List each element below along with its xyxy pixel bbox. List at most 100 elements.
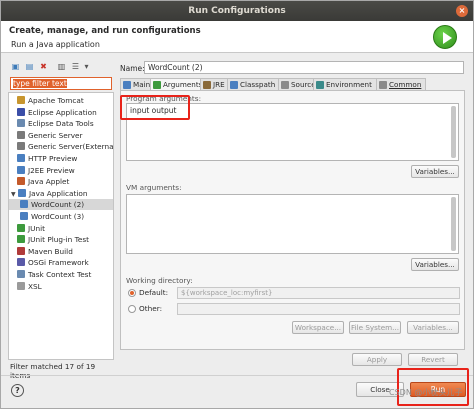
other-radio-label: Other: xyxy=(139,304,163,313)
tab-label: Arguments xyxy=(163,80,203,89)
tab-label: Source xyxy=(291,80,316,89)
workspace-button[interactable]: Workspace... xyxy=(292,321,344,334)
tree-item[interactable]: Eclipse Application xyxy=(9,107,113,118)
tree-item-label: Java Application xyxy=(29,188,88,198)
data-tools-icon xyxy=(17,119,25,128)
tree-item-label: Generic Server(External La xyxy=(28,142,114,152)
run-configurations-dialog: Run Configurations × Create, manage, and… xyxy=(0,0,474,409)
tab-jre[interactable]: JRE xyxy=(200,78,230,90)
program-variables-button[interactable]: Variables... xyxy=(411,165,459,178)
filter-input[interactable]: type filter text xyxy=(10,77,112,90)
maven-icon xyxy=(17,246,25,255)
xsl-icon xyxy=(17,281,25,290)
tree-item[interactable]: XSL xyxy=(9,281,113,292)
tree-item[interactable]: JUnit xyxy=(9,223,113,234)
help-icon[interactable]: ? xyxy=(11,384,24,397)
window-title: Run Configurations xyxy=(188,6,286,16)
tree-item[interactable]: Apache Tomcat xyxy=(9,95,113,106)
new-config-icon[interactable]: ▣ xyxy=(10,61,21,72)
collapse-all-icon[interactable]: ▥ xyxy=(56,61,67,72)
tree-item-label: Task Context Test xyxy=(28,270,92,279)
duplicate-config-icon[interactable]: ▤ xyxy=(24,61,35,72)
working-directory-label: Working directory: xyxy=(126,276,193,285)
tree-item-label: Maven Build xyxy=(28,246,73,256)
applet-icon xyxy=(17,177,25,186)
tab-label: Main xyxy=(133,80,151,89)
source-tab-icon xyxy=(281,81,289,89)
default-directory-field: ${workspace_loc:myfirst} xyxy=(177,287,460,299)
configuration-list-pane: ▣ ▤ ✖ ▥ ☰ ▾ type filter text Apache Tomc… xyxy=(8,59,114,380)
program-arguments-label: Program arguments: xyxy=(126,94,202,103)
delete-config-icon[interactable]: ✖ xyxy=(38,61,49,72)
filter-text: type filter text xyxy=(13,79,67,88)
vm-arguments-scrollbar[interactable] xyxy=(451,197,456,251)
tree-item-label: Java Applet xyxy=(28,177,70,187)
tree-item[interactable]: Generic Server(External La xyxy=(9,141,113,152)
tree-item-label: OSGi Framework xyxy=(28,258,89,268)
tree-item-label: XSL xyxy=(28,281,42,291)
osgi-icon xyxy=(17,258,25,267)
tree-item[interactable]: Maven Build xyxy=(9,246,113,257)
dialog-header: Create, manage, and run configurations R… xyxy=(1,21,473,53)
tree-item[interactable]: WordCount (2) xyxy=(9,199,113,211)
vm-arguments-label: VM arguments: xyxy=(126,183,182,192)
header-subtitle: Run a Java application xyxy=(11,40,100,49)
java-file-icon xyxy=(20,200,28,209)
configuration-editor-pane: Name: WordCount (2) Main Arguments JRE Clas… xyxy=(120,59,465,373)
filter-menu-chevron-icon[interactable]: ▾ xyxy=(81,61,92,72)
tree-item-label: HTTP Preview xyxy=(28,154,78,163)
tree-item-label: JUnit xyxy=(28,223,46,233)
task-icon xyxy=(17,270,25,278)
tab-label: Common xyxy=(389,80,422,89)
tree-item[interactable]: JUnit Plug-in Test xyxy=(9,234,113,245)
tree-item-label: Generic Server xyxy=(28,130,83,140)
watermark: CSDN @小枕头儿子 xyxy=(389,388,463,397)
common-tab-icon xyxy=(379,81,387,89)
config-toolbar: ▣ ▤ ✖ ▥ ☰ ▾ xyxy=(8,59,114,75)
tree-item[interactable]: Java Applet xyxy=(9,176,113,187)
tree-item-label: Eclipse Application xyxy=(28,107,97,117)
tree-item[interactable]: ▼ Java Application xyxy=(9,188,113,199)
header-title: Create, manage, and run configurations xyxy=(9,26,201,36)
tab-classpath[interactable]: Classpath xyxy=(227,78,281,90)
title-bar: Run Configurations × xyxy=(1,1,473,21)
tree-item[interactable]: HTTP Preview xyxy=(9,153,113,164)
program-arguments-scrollbar[interactable] xyxy=(451,106,456,158)
apply-button[interactable]: Apply xyxy=(352,353,402,366)
tree-item[interactable]: WordCount (3) xyxy=(9,211,113,222)
file-system-button[interactable]: File System... xyxy=(349,321,401,334)
name-label: Name: xyxy=(120,64,145,73)
tree-item[interactable]: J2EE Preview xyxy=(9,165,113,176)
eclipse-icon xyxy=(17,107,25,116)
tree-item-label: WordCount (3) xyxy=(31,212,85,221)
other-radio[interactable] xyxy=(128,305,136,313)
tree-item[interactable]: Generic Server xyxy=(9,130,113,141)
working-dir-variables-button[interactable]: Variables... xyxy=(407,321,459,334)
expand-arrow-icon[interactable]: ▼ xyxy=(11,189,18,200)
default-radio-label: Default: xyxy=(139,288,169,297)
filter-config-icon[interactable]: ☰ xyxy=(70,61,81,72)
tree-item-label: Apache Tomcat xyxy=(28,96,84,105)
main-tab-icon xyxy=(123,81,131,89)
tab-environment[interactable]: Environment xyxy=(313,78,377,90)
program-arguments-textarea[interactable]: input output xyxy=(126,103,459,161)
tree-item[interactable]: OSGi Framework xyxy=(9,257,113,268)
default-radio[interactable] xyxy=(128,289,136,297)
tab-label: Environment xyxy=(326,80,372,89)
tree-item-label: JUnit Plug-in Test xyxy=(28,235,89,245)
java-app-icon xyxy=(18,188,26,197)
tree-item-label: Eclipse Data Tools xyxy=(28,119,94,129)
tree-item[interactable]: Eclipse Data Tools xyxy=(9,118,113,129)
name-field[interactable]: WordCount (2) xyxy=(144,61,464,74)
http-icon xyxy=(17,154,25,162)
vm-arguments-textarea[interactable] xyxy=(126,194,459,254)
arguments-tab-icon xyxy=(153,81,161,89)
close-window-icon[interactable]: × xyxy=(456,5,468,17)
jre-tab-icon xyxy=(203,81,211,89)
revert-button[interactable]: Revert xyxy=(408,353,458,366)
tab-common[interactable]: Common xyxy=(376,78,427,90)
tree-item[interactable]: Task Context Test xyxy=(9,269,113,280)
run-banner-icon xyxy=(433,25,457,49)
vm-variables-button[interactable]: Variables... xyxy=(411,258,459,271)
classpath-tab-icon xyxy=(230,81,238,89)
